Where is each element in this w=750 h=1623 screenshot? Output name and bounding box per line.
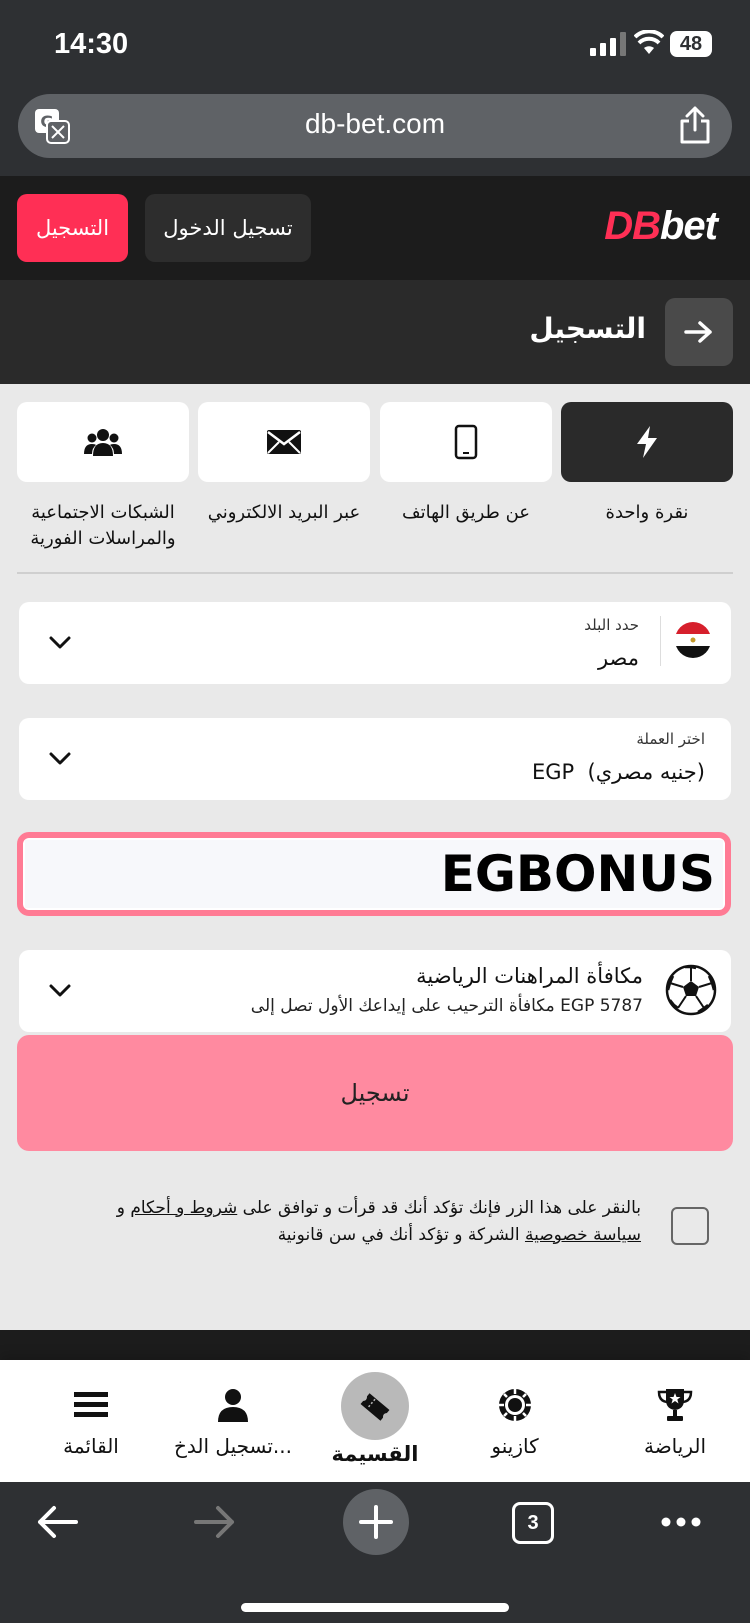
nav-item-sports[interactable]: الرياضة — [600, 1360, 750, 1482]
dbbet-logo[interactable]: DBbet — [604, 204, 718, 249]
chevron-down-icon — [49, 752, 71, 765]
more-options-icon[interactable] — [660, 1516, 702, 1528]
register-button[interactable]: التسجيل — [17, 194, 128, 262]
lightning-icon — [637, 426, 657, 458]
nav-label-menu: القائمة — [63, 1434, 119, 1458]
terms-text-part: الشركة و تؤكد أنك في سن قانونية — [277, 1225, 525, 1245]
tab-phone[interactable] — [380, 402, 552, 482]
nav-label-casino: كازينو — [491, 1434, 539, 1458]
egypt-flag-icon — [675, 622, 711, 658]
new-tab-button[interactable] — [343, 1489, 409, 1555]
submit-register-button[interactable]: تسجيل — [17, 1035, 733, 1151]
login-button[interactable]: تسجيل الدخول — [145, 194, 311, 262]
tab-social-label-line2: والمراسلات الفورية — [30, 528, 176, 549]
tab-phone-label: عن طريق الهاتف — [401, 502, 531, 523]
share-icon[interactable] — [678, 106, 712, 144]
nav-label-login: تسجيل الدخ... — [174, 1434, 292, 1458]
logo-db: DB — [604, 204, 661, 248]
nav-item-login[interactable]: تسجيل الدخ... — [158, 1360, 308, 1482]
back-arrow-icon[interactable] — [36, 1504, 78, 1540]
nav-item-casino[interactable]: كازينو — [440, 1360, 590, 1482]
tab-one-click-label: نقرة واحدة — [605, 502, 689, 523]
casino-chip-icon — [499, 1389, 531, 1421]
promo-code-field[interactable] — [17, 832, 731, 916]
nav-label-betslip: القسيمة — [331, 1442, 419, 1466]
country-label: حدد البلد — [584, 616, 639, 634]
tab-social[interactable] — [17, 402, 189, 482]
site-header: التسجيل تسجيل الدخول DBbet — [0, 176, 750, 280]
tab-switcher-button[interactable]: 3 — [512, 1502, 554, 1544]
footer-strip — [0, 1330, 750, 1362]
chevron-down-icon — [49, 636, 71, 649]
status-time: 14:30 — [54, 28, 129, 60]
address-bar[interactable]: G db-bet.com — [18, 94, 732, 158]
user-icon — [218, 1389, 248, 1422]
menu-icon — [74, 1392, 108, 1417]
page-title-bar: التسجيل — [0, 280, 750, 384]
wifi-icon — [634, 30, 664, 54]
url-text: db-bet.com — [304, 108, 446, 139]
arrow-right-icon — [684, 321, 712, 343]
country-value: مصر — [597, 646, 639, 670]
trophy-icon — [657, 1389, 693, 1421]
battery-indicator: 48 — [670, 31, 712, 57]
bonus-title: مكافأة المراهنات الرياضية — [416, 964, 643, 988]
mail-icon — [267, 430, 301, 454]
separator — [660, 616, 661, 666]
currency-label: اختر العملة — [636, 730, 705, 748]
plus-icon — [359, 1505, 393, 1539]
nav-label-sports: الرياضة — [643, 1434, 707, 1458]
tab-email-label: عبر البريد الالكتروني — [207, 502, 361, 523]
tab-social-label-line1: الشبكات الاجتماعية — [31, 502, 175, 523]
bonus-subtitle: مكافأة الترحيب على إيداعك الأول تصل إلى … — [250, 996, 643, 1016]
country-select[interactable]: حدد البلد مصر — [19, 602, 731, 684]
forward-arrow-icon[interactable] — [194, 1504, 236, 1540]
ticket-icon — [360, 1393, 390, 1421]
chevron-down-icon — [49, 984, 71, 997]
terms-conditions-link[interactable]: شروط و أحكام — [130, 1198, 237, 1218]
privacy-policy-link[interactable]: سياسة خصوصية — [525, 1225, 641, 1245]
nav-item-menu[interactable]: القائمة — [16, 1360, 166, 1482]
logo-bet: bet — [660, 204, 718, 248]
terms-checkbox[interactable] — [671, 1207, 709, 1245]
terms-text: بالنقر على هذا الزر فإنك تؤكد أنك قد قرأ… — [81, 1195, 641, 1249]
tab-one-click[interactable] — [561, 402, 733, 482]
home-indicator — [241, 1603, 509, 1612]
terms-text-part: بالنقر على هذا الزر فإنك تؤكد أنك قد قرأ… — [237, 1198, 641, 1218]
back-button[interactable] — [665, 298, 733, 366]
nav-item-betslip[interactable]: القسيمة — [300, 1360, 450, 1482]
bottom-nav: الرياضة كازينو القسيمة تسجيل الدخ... الق… — [0, 1360, 750, 1482]
promo-code-input[interactable] — [25, 840, 723, 908]
tab-email[interactable] — [198, 402, 370, 482]
page-title: التسجيل — [529, 312, 646, 345]
users-icon — [84, 429, 122, 456]
bonus-select[interactable]: مكافأة المراهنات الرياضية مكافأة الترحيب… — [19, 950, 731, 1032]
tab-social-label: الشبكات الاجتماعية والمراسلات الفورية — [17, 500, 189, 552]
browser-address-area: G db-bet.com — [0, 90, 750, 176]
currency-select[interactable]: اختر العملة EGP (جنيه مصري) — [19, 718, 731, 800]
status-bar: 14:30 48 — [0, 0, 750, 90]
currency-value: EGP (جنيه مصري) — [531, 760, 705, 784]
phone-icon — [454, 424, 478, 460]
soccer-ball-icon — [665, 964, 717, 1016]
cellular-signal-icon — [590, 32, 626, 56]
browser-toolbar: 3 — [0, 1482, 750, 1623]
terms-text-part: و — [116, 1198, 131, 1218]
divider — [17, 572, 733, 574]
